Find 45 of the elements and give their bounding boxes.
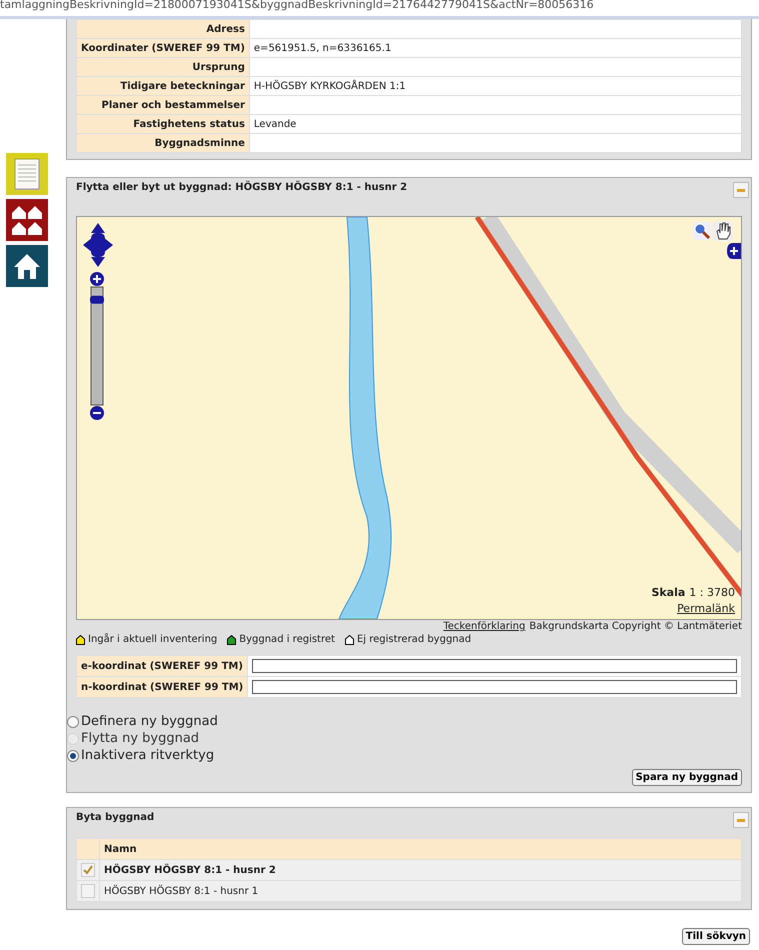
field-value: H-HÖGSBY KYRKOGÅRDEN 1:1 bbox=[249, 76, 742, 96]
field-value: Levande bbox=[249, 114, 742, 134]
checkbox[interactable] bbox=[81, 884, 95, 898]
back-button[interactable]: Till sökvyn bbox=[682, 928, 750, 945]
houses-icon[interactable] bbox=[6, 199, 48, 241]
field-label: Planer och bestammelser bbox=[76, 96, 250, 114]
field-label: Tidigare beteckningar bbox=[76, 76, 250, 96]
checkmark-icon[interactable] bbox=[81, 863, 95, 877]
zoom-box-icon[interactable] bbox=[693, 222, 711, 240]
map[interactable]: Skala 1 : 3780 Permalänk bbox=[76, 216, 742, 620]
column-header: Namn bbox=[100, 838, 742, 860]
pan-control[interactable] bbox=[83, 223, 113, 267]
address-url: tamlaggningBeskrivningId=2180007193041S&byggnadBeskrivningId=2176442779041S&actNr=80056316 bbox=[0, 0, 594, 10]
panel-title: Flytta eller byt ut byggnad: HÖGSBY HÖGSBY 8:1 - husnr 2 bbox=[76, 182, 408, 193]
field-label: Koordinater (SWEREF 99 TM) bbox=[76, 38, 250, 58]
zoom-out-icon[interactable] bbox=[90, 406, 104, 420]
copyright-text: Bakgrundskarta Copyright © Lantmäteriet bbox=[529, 621, 742, 632]
radio-label: Flytta ny byggnad bbox=[81, 731, 200, 746]
map-scale: Skala 1 : 3780 bbox=[651, 586, 735, 599]
legend-link[interactable]: Teckenförklaring bbox=[443, 621, 526, 632]
radio-button[interactable] bbox=[67, 716, 79, 728]
pan-hand-icon[interactable] bbox=[713, 221, 733, 241]
home-icon[interactable] bbox=[6, 245, 48, 287]
radio-label: Definera ny byggnad bbox=[81, 714, 218, 729]
table-cell[interactable]: HÖGSBY HÖGSBY 8:1 - husnr 2 bbox=[100, 860, 742, 880]
layer-switcher-icon[interactable] bbox=[727, 243, 741, 259]
field-value: e=561951.5, n=6336165.1 bbox=[249, 38, 742, 58]
field-label: Fastighetens status bbox=[76, 114, 250, 134]
panel-title: Byta byggnad bbox=[76, 812, 154, 823]
field-label: Byggnadsminne bbox=[76, 134, 250, 152]
input-field[interactable] bbox=[252, 680, 737, 694]
save-button[interactable]: Spara ny byggnad bbox=[632, 769, 742, 786]
zoom-in-icon[interactable] bbox=[90, 272, 104, 286]
permalink-link[interactable]: Permalänk bbox=[677, 602, 735, 615]
radio-button[interactable] bbox=[67, 750, 79, 762]
legend-label: Ej registrerad byggnad bbox=[356, 634, 472, 645]
input-field[interactable] bbox=[252, 659, 737, 673]
field-label: e-koordinat (SWEREF 99 TM) bbox=[76, 656, 248, 676]
field-label: Ursprung bbox=[76, 58, 250, 76]
table-cell[interactable]: HÖGSBY HÖGSBY 8:1 - husnr 1 bbox=[100, 880, 742, 902]
legend-label: Ingår i aktuell inventering bbox=[88, 634, 218, 645]
radio-label: Inaktivera ritverktyg bbox=[81, 748, 214, 763]
field-label: n-koordinat (SWEREF 99 TM) bbox=[76, 676, 248, 698]
legend-label: Byggnad i registret bbox=[239, 634, 335, 645]
field-label: Adress bbox=[76, 20, 250, 38]
